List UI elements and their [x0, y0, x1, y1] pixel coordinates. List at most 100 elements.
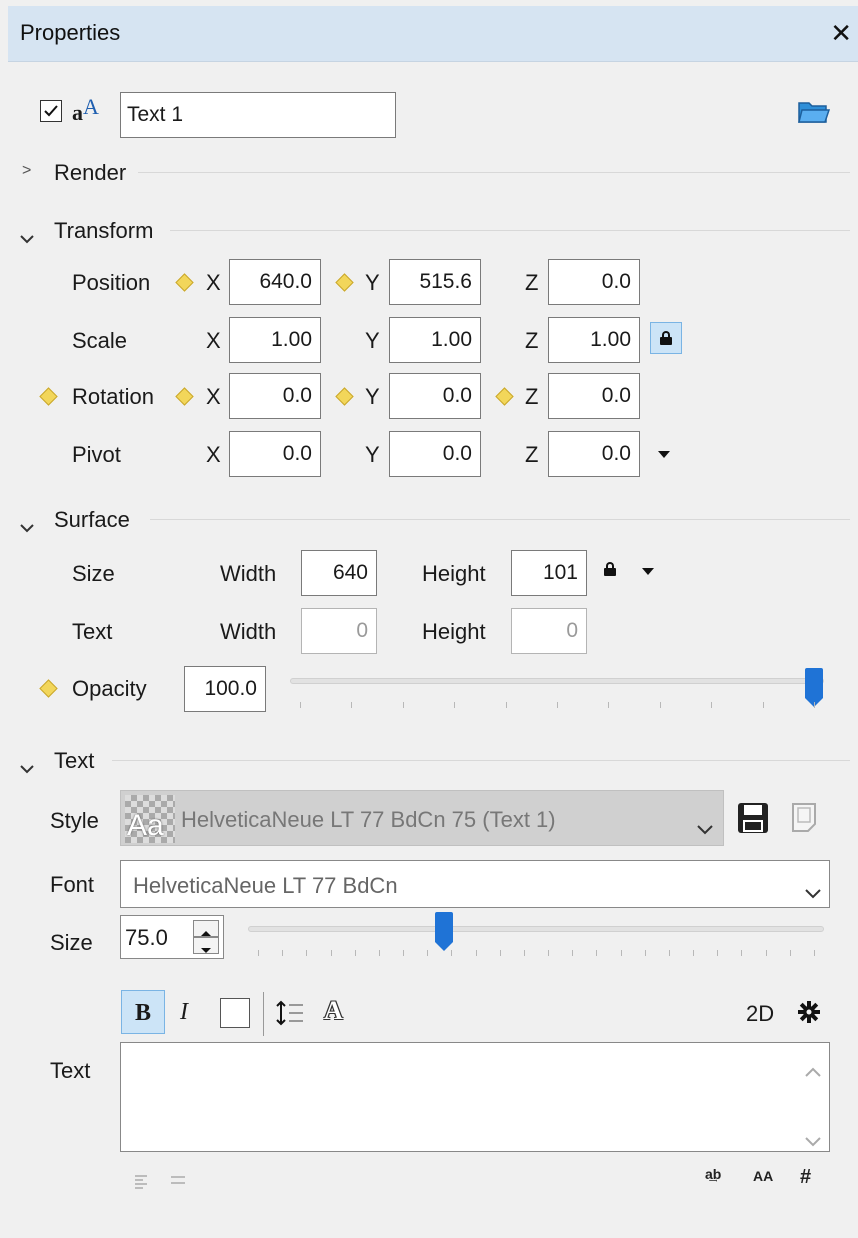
lock-icon[interactable]	[604, 562, 618, 576]
text-color-swatch[interactable]	[220, 998, 250, 1028]
surface-height-label: Height	[422, 561, 486, 586]
pivot-y-field[interactable]: 0.0	[389, 431, 481, 477]
surface-collapse-icon[interactable]	[20, 513, 34, 539]
font-size-stepper[interactable]: 75.0	[120, 915, 224, 959]
axis-x-label: X	[206, 442, 221, 467]
surface-width-label: Width	[220, 561, 277, 586]
keyframe-diamond-icon[interactable]	[39, 387, 58, 406]
stepper-up-icon[interactable]	[193, 920, 219, 937]
text-height-field: 0	[511, 608, 587, 654]
position-x-field[interactable]: 640.0	[229, 259, 321, 305]
surface-section-header[interactable]: Surface	[54, 507, 130, 533]
font-dropdown[interactable]: HelveticaNeue LT 77 BdCn	[120, 860, 830, 908]
all-caps-icon[interactable]: AA	[753, 1168, 773, 1184]
text-input-area[interactable]	[120, 1042, 830, 1152]
scale-x-field[interactable]: 1.00	[229, 317, 321, 363]
grid-icon[interactable]: #	[800, 1166, 811, 1189]
slider-tick	[572, 950, 574, 956]
font-size-value[interactable]: 75.0	[125, 925, 168, 951]
keyframe-diamond-icon[interactable]	[175, 273, 194, 292]
keyframe-diamond-icon[interactable]	[495, 387, 514, 406]
slider-thumb[interactable]	[435, 912, 454, 951]
text-height-label: Height	[422, 619, 486, 644]
divider	[150, 519, 850, 520]
axis-y-label: Y	[365, 384, 380, 409]
opacity-slider[interactable]	[290, 668, 824, 718]
pivot-x-field[interactable]: 0.0	[229, 431, 321, 477]
object-name-input[interactable]: Text 1	[120, 92, 396, 138]
position-y-field[interactable]: 515.6	[389, 259, 481, 305]
font-value: HelveticaNeue LT 77 BdCn	[133, 873, 398, 898]
keyframe-diamond-icon[interactable]	[335, 273, 354, 292]
text-section-header[interactable]: Text	[54, 748, 94, 774]
align-left-icon[interactable]	[134, 1170, 148, 1196]
style-dropdown[interactable]: Aa HelveticaNeue LT 77 BdCn 75 (Text 1)	[120, 790, 724, 846]
slider-tick	[475, 950, 477, 956]
render-expand-icon[interactable]: >	[22, 162, 31, 180]
scale-z-field[interactable]: 1.00	[548, 317, 640, 363]
scale-label: Scale	[72, 328, 128, 353]
divider	[112, 760, 850, 761]
scale-lock-button[interactable]	[650, 322, 682, 354]
position-z-field[interactable]: 0.0	[548, 259, 640, 305]
pivot-z-field[interactable]: 0.0	[548, 431, 640, 477]
chevron-down-icon	[697, 815, 713, 841]
slider-tick	[814, 702, 815, 708]
slider-tick	[351, 702, 353, 708]
keyframe-diamond-icon[interactable]	[175, 387, 194, 406]
open-folder-icon[interactable]	[796, 96, 831, 132]
text-collapse-icon[interactable]	[20, 754, 34, 780]
rotation-x-field[interactable]: 0.0	[229, 373, 321, 419]
line-spacing-icon[interactable]	[276, 1000, 304, 1032]
axis-z-label: Z	[525, 384, 539, 409]
slider-tick	[765, 950, 767, 956]
surface-size-label: Size	[72, 561, 115, 586]
slider-thumb[interactable]	[805, 668, 823, 707]
bold-button[interactable]: B	[121, 990, 165, 1034]
axis-z-label: Z	[525, 270, 539, 295]
panel-title: Properties	[20, 20, 121, 45]
keyframe-diamond-icon[interactable]	[39, 679, 58, 698]
font-size-label: Size	[50, 930, 93, 955]
manage-styles-icon[interactable]	[788, 800, 822, 840]
slider-tick	[814, 950, 815, 956]
spellcheck-icon[interactable]: a͢b	[705, 1166, 721, 1182]
mode-2d-button[interactable]: 2D	[746, 1001, 774, 1027]
transform-collapse-icon[interactable]	[20, 224, 34, 250]
save-style-icon[interactable]	[737, 802, 769, 840]
opacity-field[interactable]: 100.0	[184, 666, 266, 712]
style-label: Style	[50, 808, 99, 833]
checkmark-icon	[44, 105, 58, 117]
justify-icon[interactable]	[170, 1166, 186, 1192]
axis-x-label: X	[206, 270, 221, 295]
stepper-down-icon[interactable]	[193, 937, 219, 954]
text-object-icon: aA	[72, 94, 99, 125]
rotation-z-field[interactable]: 0.0	[548, 373, 640, 419]
transform-section-header[interactable]: Transform	[54, 218, 153, 244]
axis-x-label: X	[206, 328, 221, 353]
visible-checkbox[interactable]	[40, 100, 62, 122]
slider-tick	[548, 950, 550, 956]
surface-height-field[interactable]: 101	[511, 550, 587, 596]
rotation-y-field[interactable]: 0.0	[389, 373, 481, 419]
slider-tick	[693, 950, 695, 956]
pivot-dropdown-icon[interactable]	[658, 451, 670, 458]
font-size-slider[interactable]	[248, 912, 824, 962]
italic-button[interactable]: I	[170, 990, 206, 1034]
text-effects-icon[interactable]: A	[324, 996, 343, 1026]
slider-tick	[454, 702, 456, 708]
slider-track	[248, 926, 824, 932]
render-section-header[interactable]: Render	[54, 160, 126, 186]
scale-y-field[interactable]: 1.00	[389, 317, 481, 363]
gear-icon[interactable]	[798, 1001, 820, 1029]
close-icon[interactable]: ✕	[830, 18, 852, 49]
font-label: Font	[50, 872, 95, 897]
surface-width-field[interactable]: 640	[301, 550, 377, 596]
keyframe-diamond-icon[interactable]	[335, 387, 354, 406]
size-dropdown-icon[interactable]	[642, 568, 654, 575]
scroll-down-icon[interactable]	[805, 1127, 821, 1153]
scroll-up-icon[interactable]	[805, 1057, 821, 1083]
rotation-label: Rotation	[72, 384, 154, 409]
slider-tick	[300, 702, 301, 708]
slider-tick	[354, 950, 356, 956]
